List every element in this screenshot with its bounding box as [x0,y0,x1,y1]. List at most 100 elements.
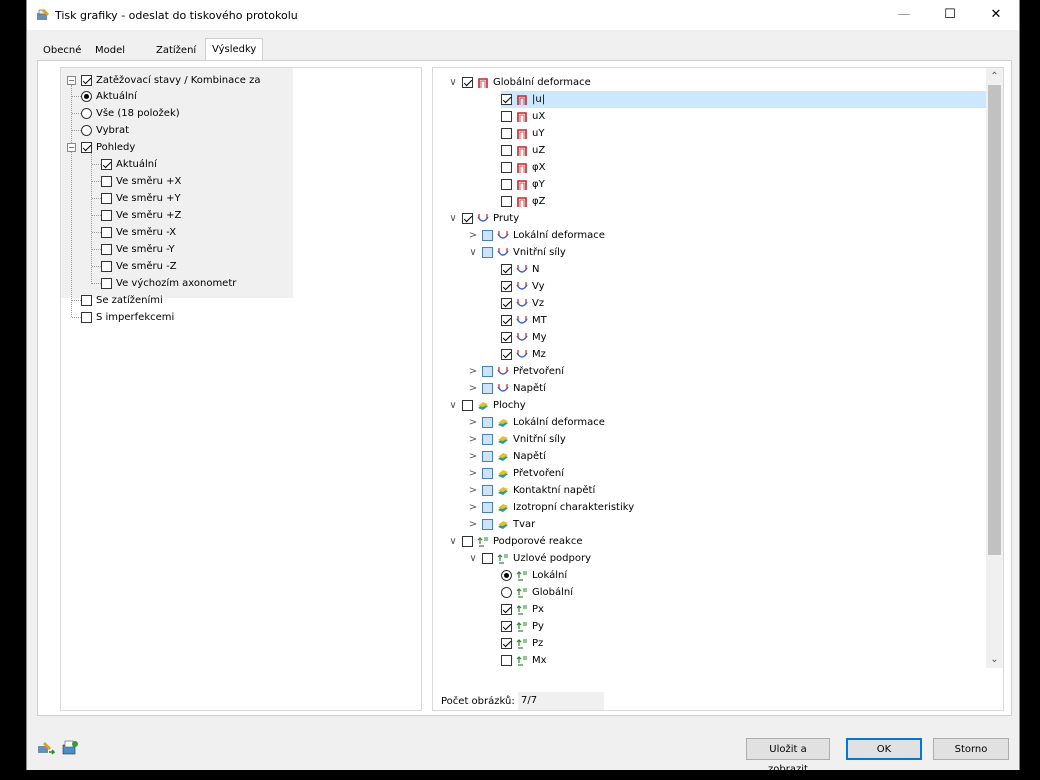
checkbox[interactable] [462,77,473,88]
minimize-button[interactable]: — [881,0,927,30]
result-row[interactable]: Pz [433,635,986,652]
result-row[interactable]: φY [433,176,986,193]
scroll-up-icon[interactable]: ⌃ [986,68,1003,85]
checkbox[interactable] [101,278,112,289]
option-row[interactable]: S imperfekcemi [61,309,293,326]
collapse-chevron-icon[interactable]: ∨ [467,244,479,261]
checkbox[interactable] [482,247,493,258]
checkbox[interactable] [501,349,512,360]
checkbox[interactable] [462,400,473,411]
option-row[interactable]: Ve směru -Z [61,258,293,275]
collapse-chevron-icon[interactable]: ∨ [467,550,479,567]
result-row[interactable]: Mz [433,346,986,363]
result-row[interactable]: Mx [433,652,986,668]
checkbox[interactable] [101,227,112,238]
option-row[interactable]: Aktuální [61,88,293,105]
checkbox[interactable] [501,638,512,649]
option-row[interactable]: − Pohledy [61,139,293,156]
checkbox[interactable] [101,261,112,272]
expand-chevron-icon[interactable]: > [467,465,479,482]
checkbox[interactable] [501,179,512,190]
checkbox[interactable] [482,383,493,394]
result-row[interactable]: Vy [433,278,986,295]
expand-chevron-icon[interactable]: > [467,414,479,431]
checkbox[interactable] [501,315,512,326]
checkbox[interactable] [482,553,493,564]
checkbox[interactable] [501,298,512,309]
print-graphics-icon[interactable] [37,740,55,756]
result-row[interactable]: > Přetvoření [433,465,986,482]
checkbox[interactable] [501,145,512,156]
checkbox[interactable] [81,312,92,323]
checkbox[interactable] [101,210,112,221]
result-row[interactable]: uZ [433,142,986,159]
cancel-button[interactable]: Storno [933,738,1009,760]
result-row[interactable]: uY [433,125,986,142]
checkbox[interactable] [501,162,512,173]
checkbox[interactable] [81,295,92,306]
collapse-chevron-icon[interactable]: ∨ [447,74,459,91]
tab-zatizeni[interactable]: Zatížení [150,42,203,60]
result-row[interactable]: ∨ Podporové reakce [433,533,986,550]
result-row[interactable]: Globální [433,584,986,601]
result-row[interactable]: Lokální [433,567,986,584]
option-row[interactable]: Ve směru +Y [61,190,293,207]
result-row[interactable]: φX [433,159,986,176]
option-row[interactable]: Ve směru -Y [61,241,293,258]
tab-vysledky[interactable]: Výsledky [205,38,264,60]
checkbox[interactable] [482,468,493,479]
option-row[interactable]: Vše (18 položek) [61,105,293,122]
checkbox[interactable] [81,75,92,86]
result-row[interactable]: > Přetvoření [433,363,986,380]
radio-button[interactable] [81,91,92,102]
checkbox[interactable] [501,94,512,105]
expand-chevron-icon[interactable]: > [467,516,479,533]
tab-model[interactable]: Model [89,42,132,60]
checkbox[interactable] [482,451,493,462]
collapse-icon[interactable]: − [67,76,76,85]
maximize-button[interactable]: ☐ [927,0,973,30]
radio-button[interactable] [501,570,512,581]
option-row[interactable]: Ve směru -X [61,224,293,241]
result-row[interactable]: > Napětí [433,380,986,397]
option-row[interactable]: Ve směru +X [61,173,293,190]
save-and-show-button[interactable]: Uložit a zobrazit [746,738,830,775]
expand-chevron-icon[interactable]: > [467,448,479,465]
checkbox[interactable] [501,655,512,666]
expand-chevron-icon[interactable]: > [467,431,479,448]
checkbox[interactable] [501,196,512,207]
expand-chevron-icon[interactable]: > [467,499,479,516]
option-row[interactable]: Ve výchozím axonometr [61,275,293,292]
expand-chevron-icon[interactable]: > [467,482,479,499]
option-row[interactable]: Se zatíženími [61,292,293,309]
printout-report-icon[interactable] [61,740,79,756]
result-row[interactable]: My [433,329,986,346]
checkbox[interactable] [101,176,112,187]
result-row[interactable]: ∨ Uzlové podpory [433,550,986,567]
expand-chevron-icon[interactable]: > [467,363,479,380]
checkbox[interactable] [482,519,493,530]
result-row[interactable]: > Napětí [433,448,986,465]
radio-button[interactable] [501,587,512,598]
result-row[interactable]: ∨ Vnitřní síly [433,244,986,261]
ok-button[interactable]: OK [846,738,922,760]
checkbox[interactable] [501,128,512,139]
expand-chevron-icon[interactable]: > [467,380,479,397]
option-row[interactable]: Vybrat [61,122,293,139]
checkbox[interactable] [501,604,512,615]
collapse-chevron-icon[interactable]: ∨ [447,533,459,550]
result-row[interactable]: N [433,261,986,278]
result-row[interactable]: > Vnitřní síly [433,431,986,448]
scroll-thumb[interactable] [988,85,1001,555]
radio-button[interactable] [81,108,92,119]
checkbox[interactable] [101,244,112,255]
option-row[interactable]: Aktuální [61,156,293,173]
checkbox[interactable] [462,536,473,547]
checkbox[interactable] [501,332,512,343]
checkbox[interactable] [101,193,112,204]
result-row[interactable]: ∨ Globální deformace [433,74,986,91]
result-row[interactable]: > Tvar [433,516,986,533]
result-row[interactable]: MT [433,312,986,329]
result-row[interactable]: uX [433,108,986,125]
collapse-icon[interactable]: − [67,143,76,152]
